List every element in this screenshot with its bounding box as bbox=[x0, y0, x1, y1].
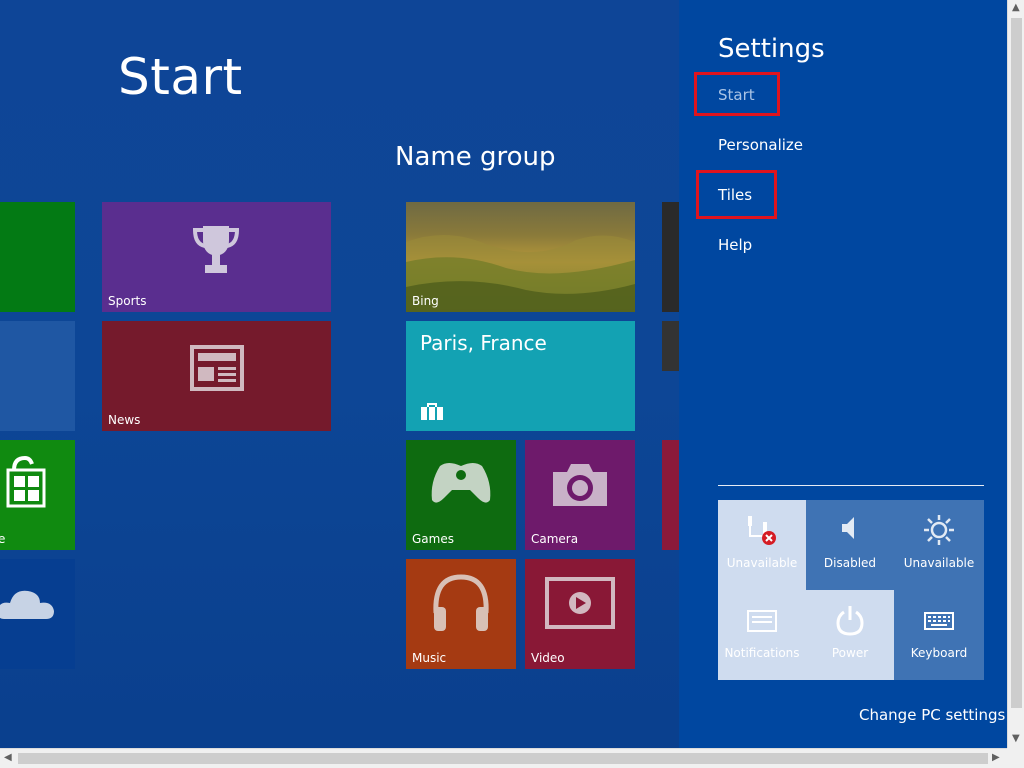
notifications-icon bbox=[747, 610, 777, 635]
tile-weather[interactable]: Paris, France bbox=[406, 321, 635, 431]
tile-skydrive[interactable] bbox=[0, 559, 75, 669]
tile-store[interactable]: e bbox=[0, 440, 75, 550]
quick-keyboard-label: Keyboard bbox=[910, 646, 968, 660]
tile-label-camera: Camera bbox=[531, 532, 579, 546]
settings-link-help[interactable]: Help bbox=[718, 236, 752, 254]
video-icon bbox=[545, 577, 615, 629]
tile-partial-green[interactable] bbox=[0, 202, 75, 312]
tile-partial-blue[interactable] bbox=[0, 321, 75, 431]
highlight-box-start bbox=[694, 72, 780, 116]
scroll-left-arrow-icon[interactable]: ◀ bbox=[4, 753, 12, 763]
vertical-scroll-thumb[interactable] bbox=[1011, 18, 1022, 708]
group-title[interactable]: Name group bbox=[395, 142, 555, 172]
tile-label-games: Games bbox=[412, 532, 454, 546]
tile-sports[interactable]: Sports bbox=[102, 202, 331, 312]
highlight-box-tiles bbox=[696, 170, 777, 219]
vertical-scrollbar[interactable]: ▲ ▼ bbox=[1007, 0, 1024, 748]
quick-notifications[interactable]: Notifications bbox=[718, 590, 806, 680]
trophy-icon bbox=[189, 222, 243, 278]
tile-camera[interactable]: Camera bbox=[525, 440, 635, 550]
tile-label-sports: Sports bbox=[108, 294, 147, 308]
landscape-image bbox=[406, 234, 635, 312]
tile-label-music: Music bbox=[412, 651, 447, 665]
cloud-icon bbox=[0, 583, 56, 623]
horizontal-scroll-thumb[interactable] bbox=[18, 753, 988, 764]
quick-brightness[interactable]: Unavailable bbox=[894, 500, 984, 590]
scroll-up-arrow-icon[interactable]: ▲ bbox=[1012, 3, 1020, 13]
suitcase-icon bbox=[420, 403, 444, 421]
tile-label-video: Video bbox=[531, 651, 565, 665]
tile-music[interactable]: Music bbox=[406, 559, 516, 669]
settings-charm: Settings Start Personalize Tiles Help Un… bbox=[679, 0, 1007, 748]
tile-label-bing: Bing bbox=[412, 294, 439, 308]
quick-volume[interactable]: Disabled bbox=[806, 500, 894, 590]
settings-title: Settings bbox=[718, 34, 825, 64]
scroll-down-arrow-icon[interactable]: ▼ bbox=[1012, 734, 1020, 744]
quick-power-label: Power bbox=[831, 646, 869, 660]
divider bbox=[718, 485, 984, 486]
quick-notifications-label: Notifications bbox=[724, 646, 800, 660]
settings-link-personalize[interactable]: Personalize bbox=[718, 136, 803, 154]
tile-news[interactable]: News bbox=[102, 321, 331, 431]
scrollbar-corner bbox=[1007, 748, 1024, 768]
camera-icon bbox=[551, 460, 609, 508]
quick-network[interactable]: Unavailable bbox=[718, 500, 806, 590]
power-icon bbox=[835, 604, 865, 639]
game-controller-icon bbox=[428, 458, 494, 508]
quick-keyboard[interactable]: Keyboard bbox=[894, 590, 984, 680]
weather-city: Paris, France bbox=[420, 331, 547, 355]
volume-icon bbox=[838, 514, 862, 545]
tile-label-news: News bbox=[108, 413, 141, 427]
store-icon bbox=[0, 454, 50, 514]
change-pc-settings-link[interactable]: Change PC settings bbox=[859, 706, 1005, 724]
scroll-right-arrow-icon[interactable]: ▶ bbox=[992, 753, 1000, 763]
newspaper-icon bbox=[190, 345, 246, 391]
page-title: Start bbox=[118, 48, 243, 106]
tile-video[interactable]: Video bbox=[525, 559, 635, 669]
tile-label-store: e bbox=[0, 532, 6, 546]
headphones-icon bbox=[430, 573, 492, 633]
quick-network-label: Unavailable bbox=[726, 556, 798, 570]
brightness-icon bbox=[923, 514, 955, 549]
keyboard-icon bbox=[924, 612, 954, 633]
tile-games[interactable]: Games bbox=[406, 440, 516, 550]
quick-power[interactable]: Power bbox=[806, 590, 894, 680]
quick-brightness-label: Unavailable bbox=[903, 556, 975, 570]
tile-bing[interactable]: Bing bbox=[406, 202, 635, 312]
quick-volume-label: Disabled bbox=[823, 556, 877, 570]
quick-settings: Unavailable Disabled Unavailable Notific… bbox=[718, 500, 984, 680]
network-unavailable-icon bbox=[745, 514, 779, 549]
horizontal-scrollbar[interactable]: ◀ ▶ bbox=[0, 748, 1007, 768]
